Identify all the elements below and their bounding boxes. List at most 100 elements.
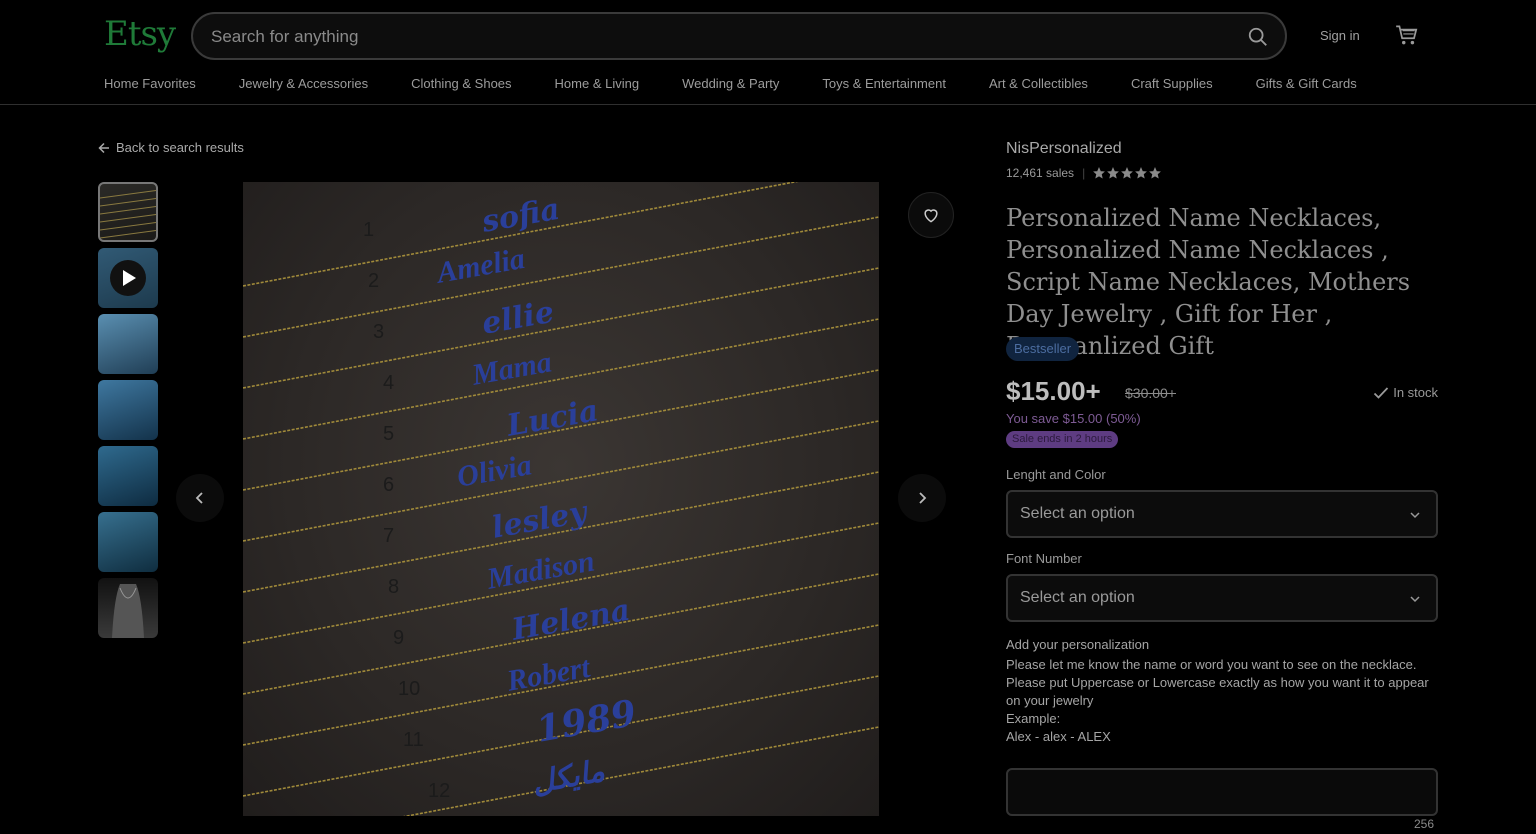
- previous-image-button[interactable]: [176, 474, 224, 522]
- image-number-label: 7: [383, 525, 394, 547]
- chevron-left-icon: [195, 492, 203, 504]
- image-name-label: Mama: [469, 345, 555, 392]
- image-number-label: 10: [398, 678, 420, 700]
- checkmark-icon: [1374, 386, 1389, 399]
- length-color-select-value: Select an option: [1020, 505, 1135, 522]
- image-number-label: 9: [393, 627, 404, 649]
- back-to-search-link[interactable]: Back to search results: [98, 140, 244, 155]
- thumbnail-5[interactable]: [98, 446, 158, 506]
- search-bar[interactable]: Search for anything: [191, 12, 1287, 60]
- main-product-image: 1 sofia 2 Amelia 3 ellie 4 Mama 5 Lucia 6 Olivia 7 le…: [243, 182, 879, 816]
- arrow-left-icon: [98, 142, 109, 153]
- sales-rating-row: 12,461 sales |: [1006, 166, 1162, 180]
- image-name-label: ellie: [479, 295, 556, 342]
- star-icon: [1135, 167, 1148, 179]
- thumbnail-1-image: [100, 190, 156, 239]
- search-icon[interactable]: [1247, 26, 1269, 48]
- stock-label: In stock: [1393, 385, 1438, 400]
- stock-status: In stock: [1373, 385, 1438, 400]
- thumbnail-6[interactable]: [98, 512, 158, 572]
- nav-toys-entertainment[interactable]: Toys & Entertainment: [822, 76, 946, 91]
- image-name-label: 1989: [533, 692, 639, 751]
- star-icon: [1107, 167, 1120, 179]
- rating-stars[interactable]: [1093, 167, 1162, 179]
- chevron-down-icon: [1410, 512, 1420, 519]
- option1-label: Lenght and Color: [1006, 467, 1106, 482]
- image-number-label: 12: [428, 780, 450, 802]
- heart-icon: [924, 209, 938, 223]
- chain-line: [243, 182, 799, 287]
- nav-art-collectibles[interactable]: Art & Collectibles: [989, 76, 1088, 91]
- option2-label: Font Number: [1006, 551, 1082, 566]
- image-name-label: Robert: [504, 651, 594, 698]
- chain-line: [243, 216, 879, 338]
- current-price: $15.00+: [1006, 376, 1101, 406]
- nav-gifts-gift-cards[interactable]: Gifts & Gift Cards: [1256, 76, 1357, 91]
- image-name-label: Amelia: [433, 242, 528, 290]
- thumbnail-list: [98, 182, 158, 644]
- thumbnail-7-image: [112, 584, 144, 638]
- image-number-label: 4: [383, 372, 394, 394]
- font-number-select-value: Select an option: [1020, 589, 1135, 606]
- shop-name-link[interactable]: NisPersonalized: [1006, 140, 1122, 158]
- image-name-label: Olivia: [455, 448, 535, 494]
- back-link-label: Back to search results: [116, 140, 244, 155]
- sale-timer-badge: Sale ends in 2 hours: [1006, 431, 1119, 448]
- image-number-label: 1: [363, 219, 374, 241]
- thumbnail-3[interactable]: [98, 314, 158, 374]
- savings-text: You save $15.00 (50%): [1006, 411, 1141, 426]
- personalization-textarea[interactable]: [1006, 768, 1438, 816]
- image-name-label: sofia: [478, 192, 562, 240]
- nav-home-living[interactable]: Home & Living: [555, 76, 640, 91]
- nav-wedding-party[interactable]: Wedding & Party: [682, 76, 779, 91]
- sign-in-link[interactable]: Sign in: [1320, 28, 1360, 43]
- sales-count: 12,461 sales: [1006, 166, 1075, 180]
- image-number-label: 8: [388, 576, 399, 598]
- image-name-label: Helena: [508, 593, 632, 648]
- image-name-label: Madison: [484, 544, 597, 595]
- etsy-logo[interactable]: Etsy: [104, 14, 176, 54]
- header-divider: [0, 104, 1536, 105]
- length-color-select[interactable]: Select an option: [1006, 490, 1438, 538]
- chevron-down-icon: [1410, 596, 1420, 603]
- nav-craft-supplies[interactable]: Craft Supplies: [1131, 76, 1213, 91]
- personalization-instruction-1: Please let me know the name or word you …: [1006, 657, 1417, 672]
- star-icon: [1121, 167, 1134, 179]
- image-number-label: 5: [383, 423, 394, 445]
- personalization-section: Add your personalization Please let me k…: [1006, 636, 1438, 746]
- personalization-instruction-3: Example:: [1006, 711, 1061, 726]
- original-price: $30.00+: [1125, 385, 1176, 401]
- nav-home-favorites[interactable]: Home Favorites: [104, 76, 196, 91]
- personalization-instruction-4: Alex - alex - ALEX: [1006, 729, 1111, 744]
- play-icon[interactable]: [110, 260, 146, 296]
- cart-icon[interactable]: [1394, 22, 1420, 48]
- image-number-label: 6: [383, 474, 394, 496]
- image-number-label: 2: [368, 270, 379, 292]
- star-icon: [1149, 167, 1162, 179]
- thumbnail-video[interactable]: [98, 248, 158, 308]
- image-number-label: 11: [403, 729, 424, 751]
- next-image-button[interactable]: [898, 474, 946, 522]
- star-icon: [1093, 167, 1106, 179]
- personalization-label: Add your personalization: [1006, 637, 1150, 652]
- font-number-select[interactable]: Select an option: [1006, 574, 1438, 622]
- search-input[interactable]: Search for anything: [211, 27, 358, 47]
- chevron-right-icon: [919, 492, 927, 504]
- chain-line: [243, 267, 879, 389]
- image-name-label: lesley: [489, 494, 591, 545]
- image-name-label: مايكل: [530, 755, 607, 800]
- image-name-label: Lucia: [503, 393, 601, 444]
- separator: |: [1082, 166, 1086, 180]
- thumbnail-7[interactable]: [98, 578, 158, 638]
- thumbnail-4[interactable]: [98, 380, 158, 440]
- category-nav: Home Favorites Jewelry & Accessories Clo…: [104, 76, 1400, 91]
- character-counter: 256: [1414, 817, 1435, 831]
- bestseller-badge: Bestseller: [1006, 337, 1080, 361]
- favorite-button[interactable]: [908, 192, 954, 238]
- necklace-lines: 1 sofia 2 Amelia 3 ellie 4 Mama 5 Lucia 6 Olivia 7 le…: [243, 182, 879, 816]
- nav-clothing-shoes[interactable]: Clothing & Shoes: [411, 76, 511, 91]
- image-number-label: 3: [373, 321, 384, 343]
- nav-jewelry-accessories[interactable]: Jewelry & Accessories: [239, 76, 368, 91]
- personalization-instruction-2: Please put Uppercase or Lowercase exactl…: [1006, 675, 1429, 708]
- thumbnail-1[interactable]: [98, 182, 158, 242]
